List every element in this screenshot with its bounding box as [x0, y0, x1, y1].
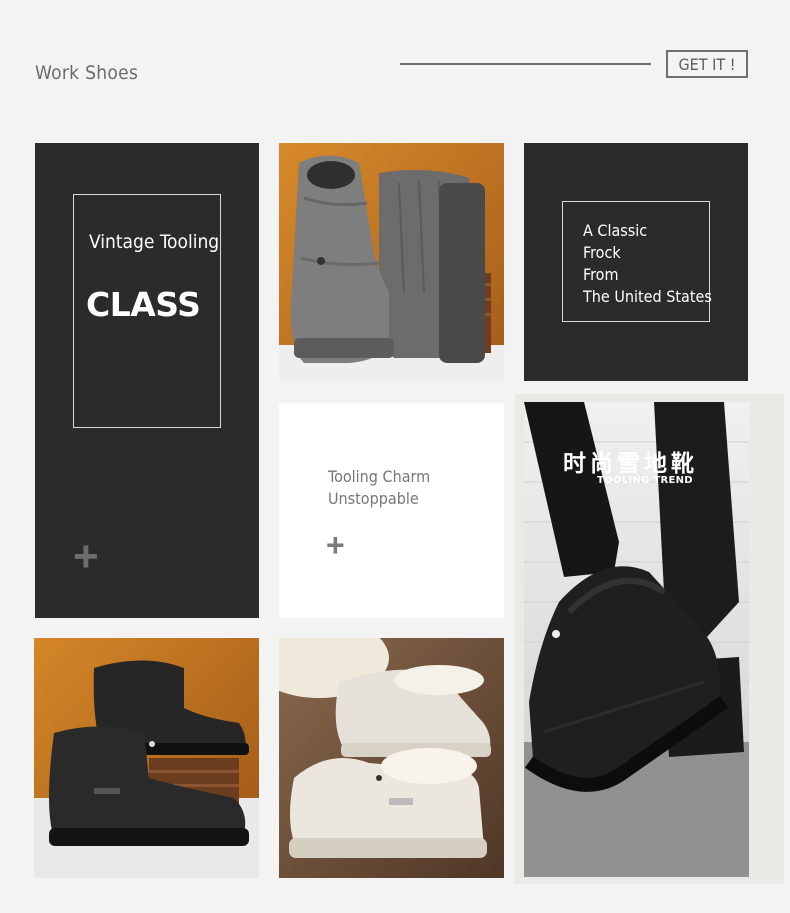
vintage-heading: Vintage Tooling	[89, 231, 220, 253]
class-label: CLASS	[86, 285, 201, 324]
classic-line: Frock	[583, 243, 621, 262]
charm-panel: Tooling Charm Unstoppable +	[279, 403, 504, 618]
header-divider	[400, 63, 651, 65]
black-boots-photo	[34, 638, 259, 878]
charm-text: Tooling Charm Unstoppable	[328, 466, 430, 510]
promo-en-subtitle: TOOLING TREND	[597, 475, 693, 486]
classic-line: From	[583, 265, 619, 284]
promo-cn-title: 时尚雪地靴	[563, 451, 698, 477]
charm-line: Unstoppable	[328, 489, 419, 508]
vintage-frame: Vintage Tooling CLASS	[73, 194, 221, 428]
vintage-panel: Vintage Tooling CLASS +	[35, 143, 259, 618]
promo-card: 时尚雪地靴 TOOLING TREND	[515, 394, 784, 884]
gray-boots-image	[279, 143, 504, 381]
classic-panel: A Classic Frock From The United States	[524, 143, 748, 381]
gray-boots-photo	[279, 143, 504, 381]
get-it-button[interactable]: GET IT !	[666, 50, 748, 78]
classic-line: The United States	[583, 287, 712, 306]
white-boots-image	[279, 638, 504, 878]
classic-line: A Classic	[583, 221, 648, 240]
classic-frame: A Classic Frock From The United States	[562, 201, 712, 322]
classic-text: A Classic Frock From The United States	[583, 220, 712, 308]
black-boots-image	[34, 638, 259, 878]
charm-line: Tooling Charm	[328, 467, 431, 486]
plus-icon[interactable]: +	[326, 529, 345, 561]
page-title: Work Shoes	[35, 62, 139, 84]
white-boots-photo	[279, 638, 504, 878]
plus-icon[interactable]: +	[73, 535, 99, 579]
